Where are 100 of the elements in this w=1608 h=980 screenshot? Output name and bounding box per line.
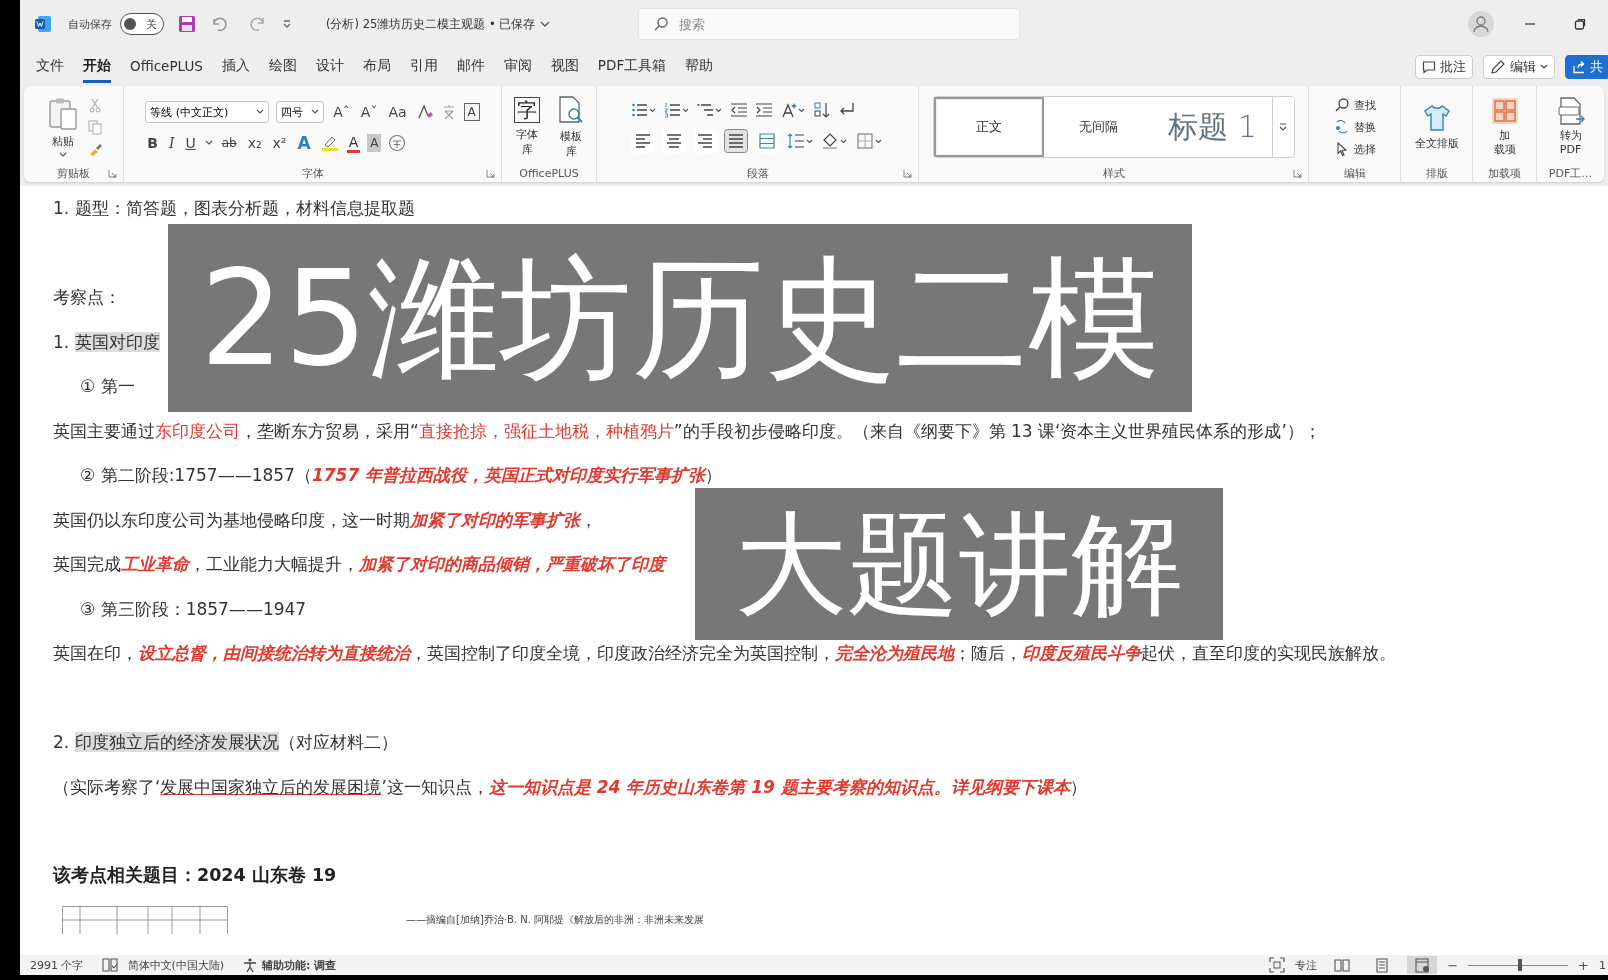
undo-icon[interactable] <box>210 15 230 33</box>
ribbon-tab[interactable]: 邮件 <box>456 51 485 83</box>
paragraph-text: ② 第二阶段:1757——1857（1757 年普拉西战役，英国正式对印度实行军事扩张） <box>80 465 723 486</box>
pencil-icon <box>1490 59 1506 75</box>
style-option[interactable]: 标题 1 <box>1153 97 1272 157</box>
font-library-button[interactable]: 字 字体库 <box>508 95 546 159</box>
numbered-list-icon[interactable] <box>664 102 690 118</box>
add-ins-button[interactable]: 加 载项 <box>1487 95 1522 159</box>
group-label: 编辑 <box>1343 165 1366 181</box>
ribbon-tab[interactable]: 审阅 <box>503 51 532 83</box>
multilevel-list-icon[interactable] <box>697 102 723 118</box>
sort-icon[interactable] <box>813 101 831 119</box>
font-size-step-button[interactable]: Aˇ <box>358 102 380 122</box>
text-format-button[interactable]: U <box>183 133 198 153</box>
focus-mode-label[interactable]: 专注 <box>1295 957 1318 973</box>
restore-icon[interactable] <box>1574 18 1586 30</box>
convert-to-pdf-button[interactable]: 转为 PDF <box>1553 95 1588 159</box>
font-color-button[interactable]: A <box>346 133 361 153</box>
avatar-icon[interactable] <box>1468 11 1494 37</box>
ribbon-tab[interactable]: 引用 <box>409 51 438 83</box>
increase-indent-icon[interactable] <box>755 102 773 118</box>
share-button[interactable]: 共 <box>1565 55 1608 79</box>
bulleted-list-icon[interactable] <box>631 102 657 118</box>
zoom-slider-thumb[interactable] <box>1518 959 1523 971</box>
ribbon-tab[interactable]: 开始 <box>83 51 111 83</box>
paragraph-text: 1. 题型：简答题，图表分析题，材料信息提取题 <box>53 198 415 219</box>
full-layout-button[interactable]: 全文排版 <box>1411 101 1462 153</box>
autosave-toggle[interactable]: 关 <box>120 13 164 35</box>
group-label: PDF工… <box>1548 165 1593 181</box>
comment-button[interactable]: 批注 <box>1415 55 1473 79</box>
line-spacing-icon[interactable] <box>786 132 814 150</box>
caret-icon[interactable] <box>204 140 213 146</box>
style-option[interactable]: 无间隔 <box>1043 97 1154 157</box>
ribbon-tab[interactable]: 布局 <box>362 51 391 83</box>
font-size-step-button[interactable]: Aˆ <box>331 102 352 122</box>
zoom-in-button[interactable]: + <box>1578 957 1589 973</box>
document-title[interactable]: (分析) 25潍坊历史二模主观题 • 已保存 <box>326 16 536 32</box>
book-check-icon[interactable] <box>101 958 118 972</box>
save-icon[interactable] <box>178 15 196 33</box>
script-button[interactable]: x² <box>270 133 289 153</box>
accessibility-icon[interactable] <box>242 957 259 973</box>
paragraph-text: 考察点： <box>53 287 121 308</box>
sparkle-layout-icon[interactable] <box>780 101 806 119</box>
language-status[interactable]: 简体中文(中国大陆) <box>127 957 225 973</box>
template-library-button[interactable]: 模板库 <box>552 93 590 161</box>
caret-icon <box>58 151 67 158</box>
highlighter-icon[interactable] <box>319 134 340 152</box>
group-label: 排版 <box>1425 165 1448 181</box>
character-shading-button[interactable]: A <box>367 134 382 152</box>
ribbon-tab[interactable]: 设计 <box>315 51 344 83</box>
dialog-launcher-icon[interactable] <box>108 169 117 178</box>
change-case-button[interactable]: Aa <box>386 102 409 122</box>
more-caret-icon <box>1278 122 1288 132</box>
focus-icon[interactable] <box>1269 957 1286 973</box>
ribbon-tab[interactable]: 插入 <box>221 51 250 83</box>
web-layout-icon[interactable] <box>1407 956 1438 974</box>
dialog-launcher-icon[interactable] <box>903 169 912 178</box>
justify-icon[interactable] <box>724 129 748 153</box>
ribbon-tab[interactable]: 文件 <box>36 51 64 83</box>
ribbon-tab[interactable]: 视图 <box>550 51 579 83</box>
paragraph-text: ③ 第三阶段：1857——1947 <box>80 598 307 619</box>
search-field[interactable]: 搜索 <box>639 9 1020 39</box>
chevron-down-icon[interactable] <box>539 19 552 29</box>
style-option[interactable]: 正文 <box>933 97 1044 157</box>
bold-heading-text: 该考点相关题目：2024 山东卷 19 <box>53 865 337 887</box>
script-button[interactable]: x₂ <box>245 133 264 153</box>
character-border-button[interactable]: A <box>463 103 480 121</box>
ribbon-tab[interactable]: PDF工具箱 <box>597 51 667 83</box>
paragraph-text: 1. 英国对印度 <box>53 331 160 352</box>
ribbon-tab[interactable]: 绘图 <box>268 51 297 83</box>
decrease-indent-icon[interactable] <box>730 102 748 118</box>
zoom-out-button[interactable]: − <box>1447 957 1459 973</box>
ribbon-tab[interactable]: 帮助 <box>685 51 714 83</box>
paint-bucket-icon[interactable] <box>821 132 849 150</box>
editing-command[interactable]: 查找 <box>1333 97 1376 113</box>
text-format-button[interactable]: B <box>145 133 160 153</box>
clear-formatting-icon[interactable] <box>415 103 434 121</box>
font-name-dropdown[interactable]: 等线 (中文正文) <box>145 101 270 123</box>
video-caption: 大题讲解 <box>695 488 1223 640</box>
zoom-percentage[interactable]: 1 <box>1599 958 1606 972</box>
dialog-launcher-icon[interactable] <box>1293 169 1302 178</box>
customize-caret-icon[interactable] <box>282 18 292 30</box>
text-effects-button[interactable]: A <box>295 133 313 153</box>
dialog-launcher-icon[interactable] <box>486 169 495 178</box>
ribbon-tab[interactable]: OfficePLUS <box>130 52 203 82</box>
video-caption: 25潍坊历史二模 <box>168 224 1192 412</box>
accessibility-status[interactable]: 辅助功能: 调查 <box>262 957 337 973</box>
group-label: 样式 <box>1102 165 1125 181</box>
editing-mode-button[interactable]: 编辑 <box>1483 55 1555 79</box>
enclose-character-icon[interactable] <box>388 134 407 152</box>
paste-button[interactable]: 粘贴 <box>44 94 81 160</box>
editing-command[interactable]: 选择 <box>1333 141 1376 157</box>
group-label: 加载项 <box>1488 165 1521 181</box>
editing-command[interactable]: 替换 <box>1333 119 1376 135</box>
text-format-button[interactable]: I <box>166 133 177 153</box>
paragraph-text: 英国在印，设立总督，由间接统治转为直接统治，英国控制了印度全境，印度政治经济完全为英国控制，完全沦为殖民地；随后，印度反殖民斗争起伏，直至印度的实现民族解放。 <box>53 643 1396 664</box>
word-count[interactable]: 2991 个字 <box>30 957 84 973</box>
speech-bubble-icon <box>1422 60 1436 74</box>
font-size-dropdown[interactable]: 四号 <box>276 101 325 123</box>
strikethrough-button[interactable]: ab <box>219 133 239 153</box>
